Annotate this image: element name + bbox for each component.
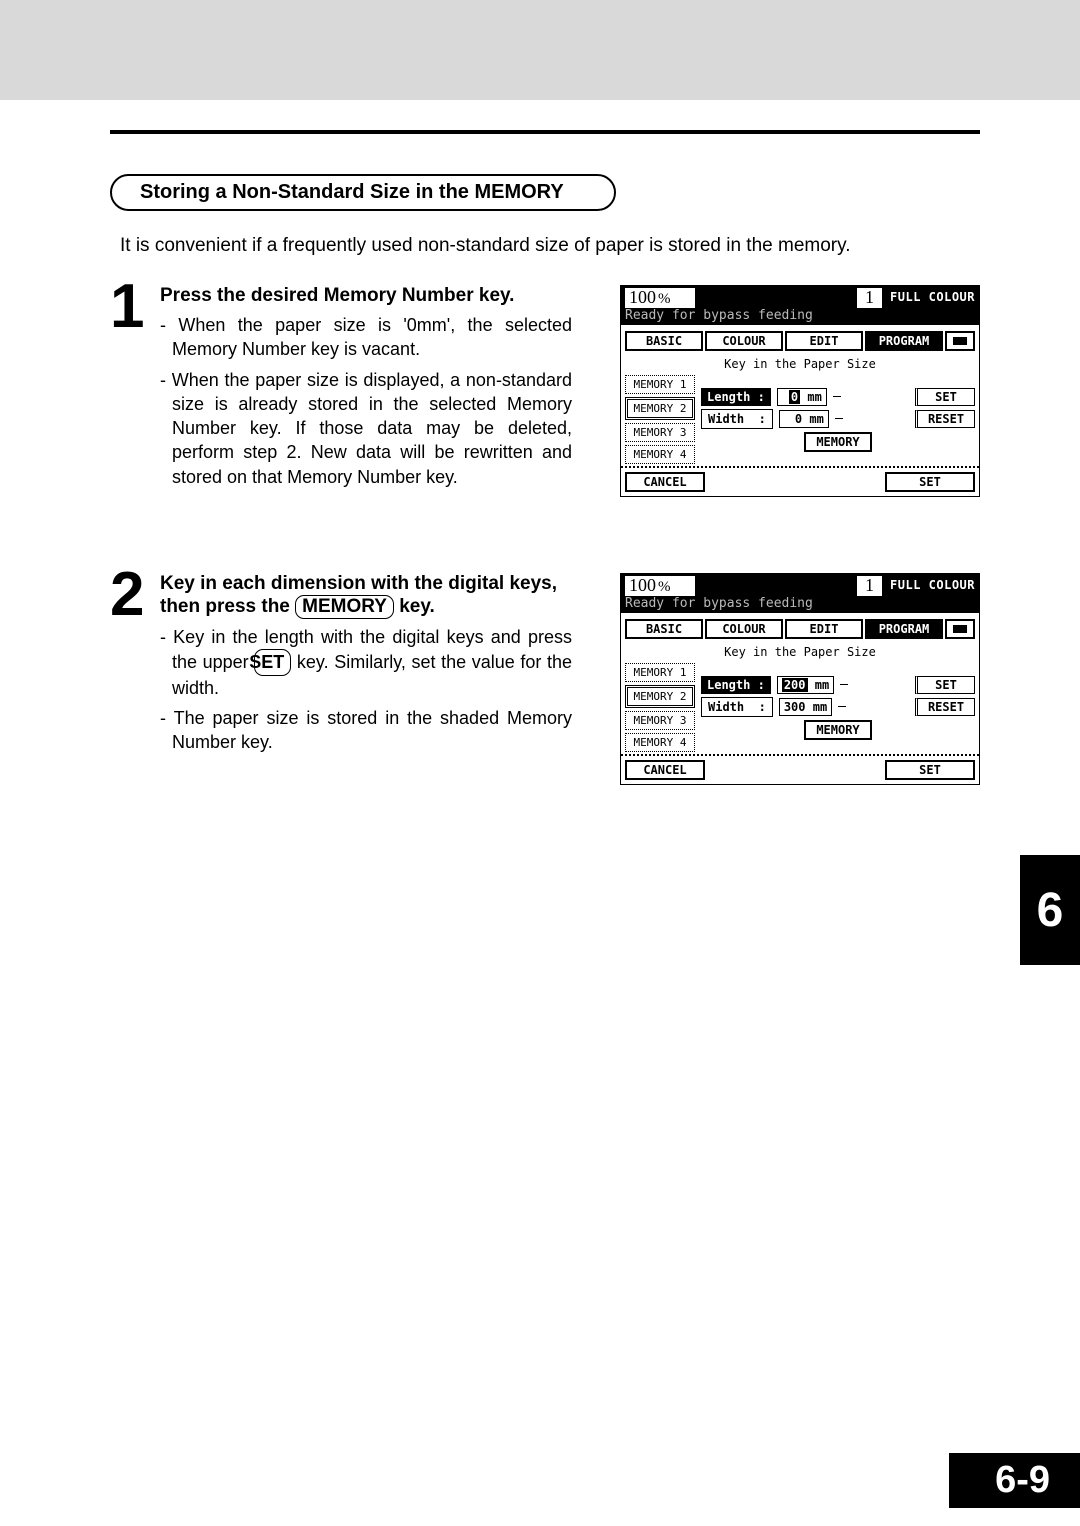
cancel-button[interactable]: CANCEL bbox=[625, 472, 705, 492]
memory-key-inline: MEMORY bbox=[295, 595, 394, 619]
reset-button[interactable]: RESET bbox=[915, 410, 975, 428]
set-upper-button[interactable]: SET bbox=[915, 388, 975, 406]
tab-program[interactable]: PROGRAM bbox=[865, 619, 943, 639]
step-1-heading: Press the desired Memory Number key. bbox=[160, 285, 572, 307]
set-key-inline: SET bbox=[254, 649, 291, 675]
prompt-text: Key in the Paper Size bbox=[625, 645, 975, 659]
length-value: 200 mm bbox=[777, 676, 834, 694]
step-1: 1 Press the desired Memory Number key. W… bbox=[110, 285, 980, 537]
tab-icon[interactable] bbox=[945, 331, 975, 351]
memory-3-button[interactable]: MEMORY 3 bbox=[625, 711, 695, 730]
tab-program[interactable]: PROGRAM bbox=[865, 331, 943, 351]
step-2: 2 Key in each dimension with the digital… bbox=[110, 573, 980, 825]
copies-value: 1 bbox=[857, 576, 882, 596]
step-2-heading: Key in each dimension with the digital k… bbox=[160, 573, 572, 619]
section-title: Storing a Non-Standard Size in the MEMOR… bbox=[140, 181, 564, 203]
step-1-bullet-1: When the paper size is '0mm', the select… bbox=[160, 313, 572, 362]
tab-colour[interactable]: COLOUR bbox=[705, 331, 783, 351]
tab-row: BASIC COLOUR EDIT PROGRAM bbox=[625, 619, 975, 639]
status-line: Ready for bypass feeding bbox=[625, 596, 975, 611]
tab-row: BASIC COLOUR EDIT PROGRAM bbox=[625, 331, 975, 351]
width-value: 0 mm bbox=[779, 410, 829, 428]
cancel-button[interactable]: CANCEL bbox=[625, 760, 705, 780]
horizontal-rule bbox=[110, 130, 980, 134]
lcd-panel-1: 100% 1 FULL COLOUR Ready for bypass feed… bbox=[620, 285, 980, 497]
step-2-bullet-1: Key in the length with the digital keys … bbox=[160, 625, 572, 700]
copies-value: 1 bbox=[857, 288, 882, 308]
length-value: 0 mm bbox=[777, 388, 827, 406]
zoom-value: 100% bbox=[625, 288, 695, 308]
step-2-bullet-2: The paper size is stored in the shaded M… bbox=[160, 706, 572, 755]
tab-basic[interactable]: BASIC bbox=[625, 619, 703, 639]
section-title-container: Storing a Non-Standard Size in the MEMOR… bbox=[110, 174, 616, 211]
set-footer-button[interactable]: SET bbox=[885, 760, 975, 780]
top-gray-banner bbox=[0, 0, 1080, 100]
memory-4-button[interactable]: MEMORY 4 bbox=[625, 445, 695, 464]
prompt-text: Key in the Paper Size bbox=[625, 357, 975, 371]
memory-1-button[interactable]: MEMORY 1 bbox=[625, 375, 695, 394]
step-number-2: 2 bbox=[110, 567, 160, 623]
length-label: Length : bbox=[701, 388, 771, 406]
width-value: 300 mm bbox=[779, 698, 832, 716]
lcd-panel-2: 100% 1 FULL COLOUR Ready for bypass feed… bbox=[620, 573, 980, 785]
memory-2-button[interactable]: MEMORY 2 bbox=[625, 685, 695, 708]
tab-edit[interactable]: EDIT bbox=[785, 331, 863, 351]
memory-1-button[interactable]: MEMORY 1 bbox=[625, 663, 695, 682]
length-label: Length : bbox=[701, 676, 771, 694]
colour-mode: FULL COLOUR bbox=[890, 291, 975, 304]
status-line: Ready for bypass feeding bbox=[625, 308, 975, 323]
tab-basic[interactable]: BASIC bbox=[625, 331, 703, 351]
memory-4-button[interactable]: MEMORY 4 bbox=[625, 733, 695, 752]
intro-paragraph: It is convenient if a frequently used no… bbox=[120, 235, 980, 257]
reset-button[interactable]: RESET bbox=[915, 698, 975, 716]
tab-edit[interactable]: EDIT bbox=[785, 619, 863, 639]
width-label: Width : bbox=[701, 697, 773, 717]
memory-key-button[interactable]: MEMORY bbox=[804, 720, 871, 740]
chapter-tab: 6 bbox=[1020, 855, 1080, 965]
tab-icon[interactable] bbox=[945, 619, 975, 639]
width-label: Width : bbox=[701, 409, 773, 429]
memory-2-button[interactable]: MEMORY 2 bbox=[625, 397, 695, 420]
memory-key-button[interactable]: MEMORY bbox=[804, 432, 871, 452]
zoom-value: 100% bbox=[625, 576, 695, 596]
step-1-bullet-2: When the paper size is displayed, a non-… bbox=[160, 368, 572, 489]
set-footer-button[interactable]: SET bbox=[885, 472, 975, 492]
tab-colour[interactable]: COLOUR bbox=[705, 619, 783, 639]
memory-3-button[interactable]: MEMORY 3 bbox=[625, 423, 695, 442]
colour-mode: FULL COLOUR bbox=[890, 579, 975, 592]
step-number-1: 1 bbox=[110, 279, 160, 335]
set-upper-button[interactable]: SET bbox=[915, 676, 975, 694]
page-number: 6-9 bbox=[949, 1453, 1080, 1508]
